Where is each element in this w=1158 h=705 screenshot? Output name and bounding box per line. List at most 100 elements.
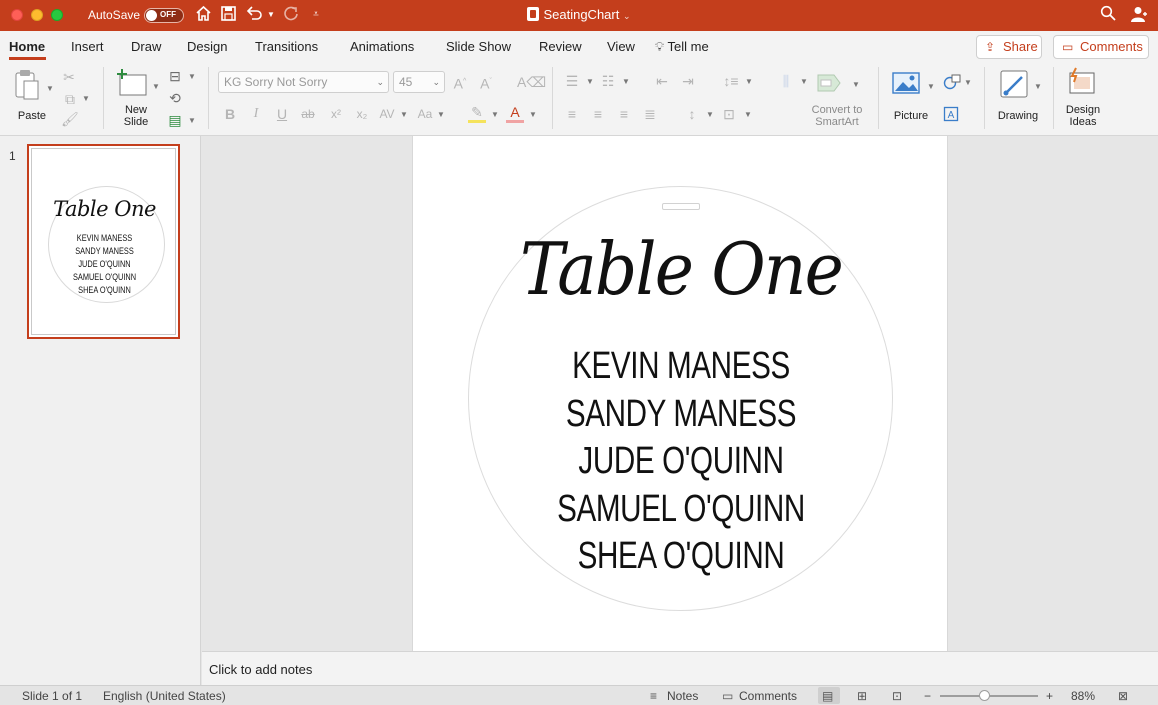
italic-icon[interactable]: I [249,106,263,122]
reset-slide-icon[interactable]: ⟲ [166,90,184,106]
picture-button[interactable]: ▼ Picture [888,67,938,125]
bullets-icon[interactable]: ☰ [563,73,581,89]
copy-icon[interactable]: ⧉ [60,91,80,107]
zoom-out-button[interactable]: − [924,689,931,703]
comments-button[interactable]: ▭ Comments [1053,35,1149,59]
tag-hole-shape[interactable] [662,203,700,210]
tab-slide-show[interactable]: Slide Show [446,39,511,54]
character-spacing-dropdown-icon[interactable]: ▼ [400,111,408,119]
align-text-icon[interactable]: ⊡ [720,106,738,122]
new-slide-button[interactable]: ▼ New Slide [114,67,160,129]
tab-view[interactable]: View [607,39,635,54]
bold-icon[interactable]: B [223,106,237,122]
account-icon[interactable] [1130,5,1148,25]
document-title[interactable]: SeatingChart ⌄ [527,7,631,22]
slide[interactable]: Table One KEVIN MANESS SANDY MANESS JUDE… [412,136,948,651]
shapes-dropdown-icon[interactable]: ▼ [964,79,972,87]
align-left-icon[interactable]: ≡ [563,106,581,122]
underline-icon[interactable]: U [275,106,289,122]
design-ideas-button[interactable]: Design Ideas [1060,67,1106,129]
minimize-window-button[interactable] [31,9,43,21]
font-name-select[interactable]: KG Sorry Not Sorry ⌄ [218,71,389,93]
guest-names-text[interactable]: KEVIN MANESS SANDY MANESS JUDE O'QUINN S… [413,343,947,581]
undo-dropdown-icon[interactable]: ▼ [266,5,276,25]
tab-design[interactable]: Design [187,39,227,54]
tab-transitions[interactable]: Transitions [255,39,318,54]
search-icon[interactable] [1099,5,1117,25]
home-icon[interactable] [194,5,212,25]
share-button[interactable]: ⇪ Share [976,35,1042,59]
tab-insert[interactable]: Insert [71,39,104,54]
line-spacing-dropdown-icon[interactable]: ▼ [745,78,753,86]
slide-title[interactable]: Table One [434,224,927,314]
change-case-dropdown-icon[interactable]: ▼ [437,111,445,119]
grow-font-icon[interactable]: A^ [451,74,469,92]
font-size-select[interactable]: 45 ⌄ [393,71,445,93]
undo-icon[interactable] [245,5,263,25]
autosave-toggle[interactable]: OFF [144,8,184,23]
tab-animations[interactable]: Animations [350,39,414,54]
strikethrough-icon[interactable]: ab [300,106,316,122]
redo-icon[interactable] [282,5,300,25]
close-window-button[interactable] [11,9,23,21]
shapes-icon[interactable] [942,74,962,93]
text-direction-dropdown-icon[interactable]: ▼ [706,111,714,119]
drawing-button[interactable]: ▼ Drawing [994,67,1044,125]
zoom-level[interactable]: 88% [1071,689,1095,703]
guest-name: JUDE O'QUINN [578,440,784,482]
numbering-dropdown-icon[interactable]: ▼ [622,78,630,86]
customize-toolbar-icon[interactable]: ⩡ [309,5,323,25]
tell-me[interactable]: 💡︎ Tell me [655,39,709,55]
change-case-icon[interactable]: Aa [415,106,435,122]
slide-thumbnail[interactable]: Table One KEVIN MANESS SANDY MANESS JUDE… [27,144,180,339]
line-spacing-icon[interactable]: ↕≡ [722,73,740,89]
format-painter-icon[interactable]: 🖌︎ [61,111,79,127]
align-right-icon[interactable]: ≡ [615,106,633,122]
align-center-icon[interactable]: ≡ [589,106,607,122]
save-icon[interactable] [220,5,236,25]
tab-review[interactable]: Review [539,39,582,54]
zoom-in-button[interactable]: + [1046,689,1053,703]
text-direction-icon[interactable]: ↕ [683,106,701,122]
decrease-indent-icon[interactable]: ⇤ [653,73,671,89]
increase-indent-icon[interactable]: ⇥ [679,73,697,89]
bullets-dropdown-icon[interactable]: ▼ [586,78,594,86]
tab-draw[interactable]: Draw [131,39,161,54]
highlight-icon[interactable]: ✎ [468,104,486,123]
paste-button[interactable]: ▼ Paste [10,67,54,125]
clear-formatting-icon[interactable]: A⌫ [517,74,546,90]
font-color-dropdown-icon[interactable]: ▼ [529,111,537,119]
character-spacing-icon[interactable]: AV [377,106,397,122]
notes-pane[interactable]: Click to add notes [202,651,1158,685]
language-indicator[interactable]: English (United States) [103,689,226,703]
autosave-label: AutoSave [88,8,141,22]
zoom-slider-handle[interactable] [979,690,990,701]
justify-icon[interactable]: ≣ [641,106,659,122]
tab-home[interactable]: Home [9,39,45,54]
subscript-icon[interactable]: x₂ [354,106,370,122]
section-icon[interactable]: ▤ [166,112,184,128]
presenter-view-icon[interactable]: ⊡ [892,689,902,703]
cut-icon[interactable]: ✂ [61,69,77,85]
layout-icon[interactable]: ⊟ [166,68,184,84]
layout-dropdown-icon[interactable]: ▼ [188,73,196,81]
highlight-dropdown-icon[interactable]: ▼ [491,111,499,119]
numbering-icon[interactable]: ☷ [599,73,617,89]
slide-sorter-icon[interactable]: ⊞ [857,689,867,703]
notes-placeholder[interactable]: Click to add notes [209,662,312,677]
fit-to-window-icon[interactable]: ⊠ [1118,689,1128,703]
font-color-icon[interactable]: A [506,104,524,123]
notes-toggle[interactable]: Notes [667,689,698,703]
columns-icon[interactable]: ⫼ [777,73,795,89]
align-text-dropdown-icon[interactable]: ▼ [744,111,752,119]
zoom-window-button[interactable] [51,9,63,21]
svg-text:A: A [948,110,955,121]
normal-view-icon[interactable]: ▤ [822,689,833,703]
convert-to-smartart-button[interactable]: ▼ Convert to SmartArt [806,69,868,131]
shrink-font-icon[interactable]: Aˇ [477,74,495,92]
comments-toggle[interactable]: Comments [739,689,797,703]
superscript-icon[interactable]: x² [328,106,344,122]
section-dropdown-icon[interactable]: ▼ [188,117,196,125]
text-box-icon[interactable]: A [942,106,960,125]
copy-dropdown-icon[interactable]: ▼ [82,95,90,103]
